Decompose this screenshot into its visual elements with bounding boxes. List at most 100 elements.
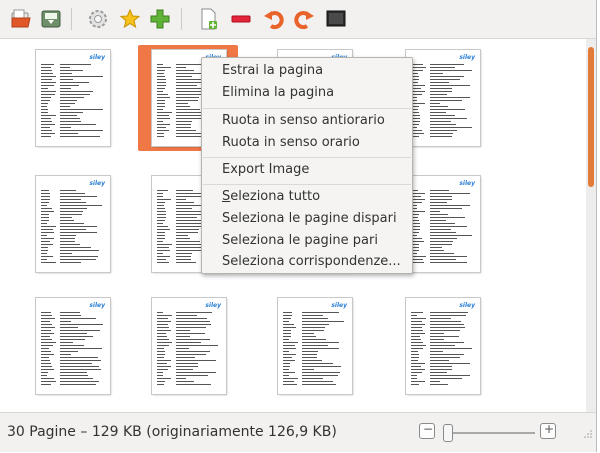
- text-line: [157, 232, 165, 233]
- text-line: [411, 369, 425, 370]
- text-line: [157, 208, 165, 209]
- text-line: [41, 324, 52, 325]
- text-line: [302, 363, 333, 364]
- text-line: [41, 190, 49, 191]
- text-line: [41, 121, 52, 122]
- text-line: [41, 354, 54, 355]
- text-line: [41, 357, 49, 358]
- text-line: [411, 315, 417, 316]
- page-thumbnail[interactable]: siley: [22, 171, 122, 277]
- text-line: [411, 193, 425, 194]
- text-line: [176, 351, 210, 352]
- page-logo: siley: [89, 54, 105, 61]
- page-thumbnail[interactable]: siley: [22, 293, 122, 399]
- text-line: [60, 226, 97, 227]
- page-thumbnail[interactable]: siley: [264, 293, 364, 399]
- text-line: [430, 232, 456, 233]
- text-line: [157, 235, 165, 236]
- text-line: [430, 79, 460, 80]
- text-line: [41, 339, 52, 340]
- zoom-in-button[interactable]: +: [540, 422, 556, 439]
- text-line: [430, 253, 454, 254]
- text-line: [60, 121, 81, 122]
- insert-page-button[interactable]: [197, 7, 221, 31]
- text-line: [60, 220, 74, 221]
- text-line: [176, 384, 211, 385]
- save-button[interactable]: [39, 7, 63, 31]
- text-line: [157, 345, 169, 346]
- open-file-button[interactable]: [9, 7, 33, 31]
- text-line: [41, 351, 51, 352]
- page-preview: siley: [36, 298, 110, 394]
- menu-item-rotate-counterclockwise[interactable]: Ruota in senso antiorario: [222, 113, 385, 128]
- fullscreen-button[interactable]: [324, 7, 348, 31]
- settings-button[interactable]: [86, 7, 110, 31]
- text-line: [41, 360, 50, 361]
- page-logo: siley: [459, 54, 475, 61]
- menu-item-select-odd-pages[interactable]: Seleziona le pagine dispari: [222, 211, 397, 226]
- delete-button[interactable]: [229, 7, 253, 31]
- rotate-left-icon: [264, 11, 284, 30]
- text-line: [283, 324, 294, 325]
- text-line: [430, 82, 449, 83]
- text-line: [302, 330, 324, 331]
- text-line: [60, 112, 83, 113]
- text-line: [157, 190, 168, 191]
- text-line: [283, 381, 294, 382]
- menu-item-delete-page[interactable]: Elimina la pagina: [222, 85, 334, 100]
- text-line: [41, 318, 55, 319]
- text-line: [157, 354, 165, 355]
- text-line: [302, 381, 333, 382]
- text-line: [41, 315, 52, 316]
- text-line: [176, 369, 193, 370]
- text-line: [283, 372, 295, 373]
- scrollbar-thumb[interactable]: [588, 47, 594, 187]
- text-line: [430, 315, 466, 316]
- menu-item-select-matching[interactable]: Seleziona corrispondenze...: [222, 254, 401, 269]
- text-line: [430, 342, 464, 343]
- zoom-slider-handle[interactable]: [443, 424, 453, 442]
- rotate-right-button[interactable]: [292, 7, 316, 31]
- menu-item-select-even-pages[interactable]: Seleziona le pagine pari: [222, 233, 378, 248]
- page-thumbnail[interactable]: siley: [22, 45, 122, 151]
- text-line: [157, 130, 169, 131]
- page-thumbnail[interactable]: siley: [392, 293, 492, 399]
- page-thumbnail[interactable]: siley: [138, 293, 238, 399]
- menu-item-rotate-clockwise[interactable]: Ruota in senso orario: [222, 135, 360, 150]
- text-line: [41, 73, 53, 74]
- resize-grip-icon[interactable]: [583, 429, 593, 439]
- gear-icon: [89, 10, 107, 28]
- text-line: [41, 253, 47, 254]
- text-line: [176, 256, 191, 257]
- text-line: [411, 372, 422, 373]
- text-line: [60, 241, 75, 242]
- zoom-out-button[interactable]: −: [419, 422, 435, 439]
- page-preview: siley: [406, 50, 480, 146]
- zoom-slider-track[interactable]: [449, 432, 535, 434]
- text-line: [411, 318, 426, 319]
- favorite-button[interactable]: [118, 7, 142, 31]
- text-line: [60, 217, 72, 218]
- text-line: [283, 384, 297, 385]
- text-line: [60, 372, 87, 373]
- text-line: [283, 351, 289, 352]
- text-line: [157, 64, 163, 65]
- text-line: [283, 315, 292, 316]
- text-line: [411, 330, 423, 331]
- text-line: [157, 196, 163, 197]
- text-line: [302, 315, 323, 316]
- screen-icon: [326, 10, 346, 27]
- rotate-left-button[interactable]: [262, 7, 286, 31]
- menu-item-export-image[interactable]: Export Image: [222, 162, 309, 177]
- add-button[interactable]: [148, 7, 172, 31]
- text-line: [41, 223, 47, 224]
- text-line: [60, 378, 93, 379]
- vertical-scrollbar[interactable]: [586, 39, 596, 412]
- text-line: [157, 229, 170, 230]
- menu-item-select-all[interactable]: Seleziona tutto: [222, 189, 320, 204]
- menu-item-extract-page[interactable]: Estrai la pagina: [222, 63, 323, 78]
- text-line: [60, 363, 92, 364]
- text-line: [176, 253, 192, 254]
- text-line: [176, 127, 191, 128]
- text-line: [302, 384, 336, 385]
